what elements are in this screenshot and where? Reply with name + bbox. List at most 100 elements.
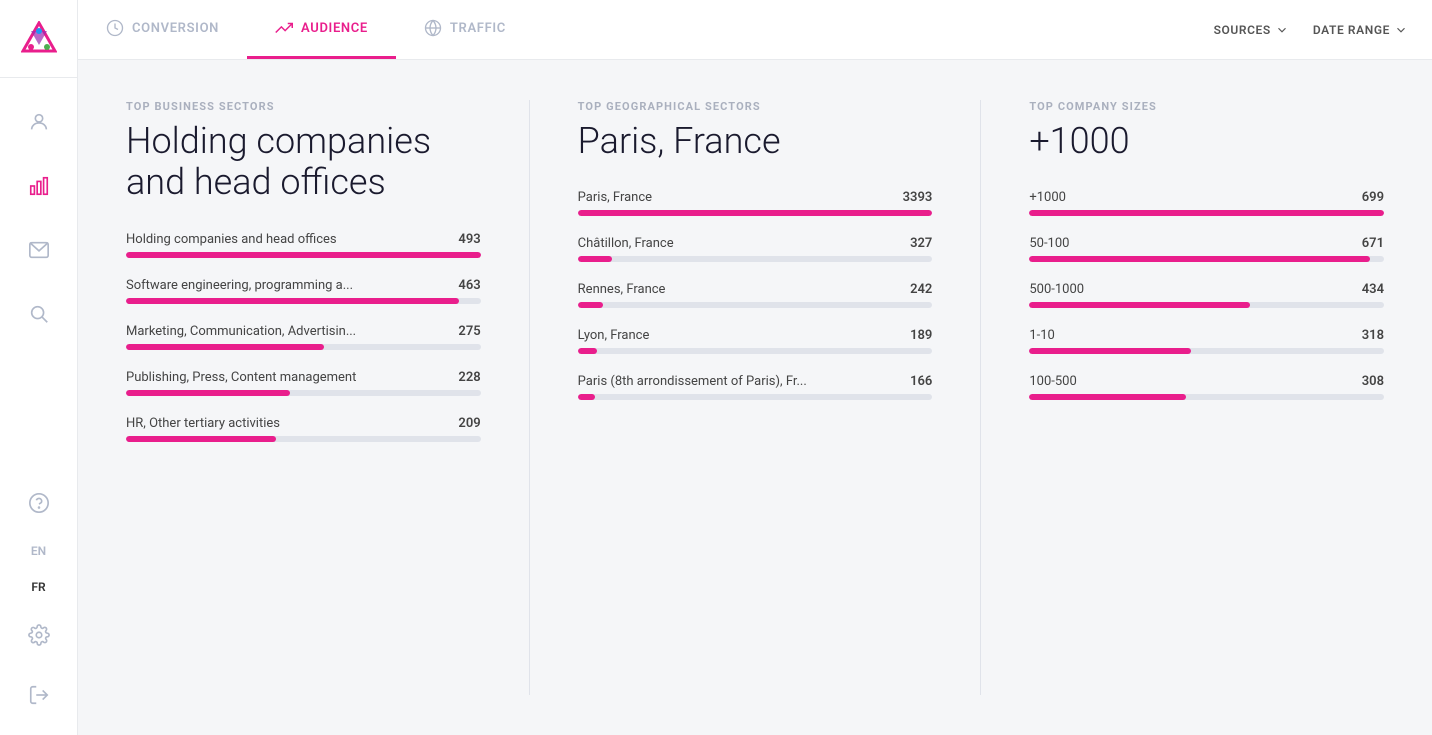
bar-fill — [578, 348, 598, 354]
bar-value: 318 — [1362, 328, 1384, 343]
company-bars: +1000 699 50-100 671 500-1000 434 — [1029, 190, 1384, 400]
content-area: TOP BUSINESS SECTORS Holding companies a… — [78, 60, 1432, 735]
bar-fill — [1029, 210, 1384, 216]
bar-row: 100-500 308 — [1029, 374, 1384, 400]
tab-conversion-label: CONVERSION — [132, 21, 219, 36]
bar-fill — [1029, 348, 1190, 354]
sidebar-nav — [0, 78, 78, 475]
bar-fill — [126, 436, 276, 442]
bar-label: Paris, France — [578, 190, 652, 205]
sources-button[interactable]: SOURCES — [1214, 23, 1289, 37]
geo-bars: Paris, France 3393 Châtillon, France 327… — [578, 190, 933, 400]
bar-label: HR, Other tertiary activities — [126, 416, 280, 431]
bar-value: 671 — [1362, 236, 1384, 251]
bar-value: 228 — [458, 370, 480, 385]
bar-fill — [126, 344, 324, 350]
bar-row: HR, Other tertiary activities 209 — [126, 416, 481, 442]
bar-fill — [578, 394, 595, 400]
tab-conversion[interactable]: CONVERSION — [78, 0, 247, 59]
nav-tabs: CONVERSION AUDIENCE TRAFFIC — [78, 0, 1214, 59]
sidebar-item-settings[interactable] — [0, 607, 78, 663]
bar-row: Rennes, France 242 — [578, 282, 933, 308]
bar-track — [578, 256, 933, 262]
lang-en[interactable]: EN — [0, 535, 78, 567]
company-section-label: TOP COMPANY SIZES — [1029, 100, 1384, 113]
bar-row: Lyon, France 189 — [578, 328, 933, 354]
geo-section: TOP GEOGRAPHICAL SECTORS Paris, France P… — [578, 100, 933, 695]
date-range-button[interactable]: DATE RANGE — [1313, 23, 1408, 37]
bar-label: Publishing, Press, Content management — [126, 370, 356, 385]
bar-label: 50-100 — [1029, 236, 1069, 251]
bar-row: +1000 699 — [1029, 190, 1384, 216]
bar-track — [1029, 210, 1384, 216]
nav-right-controls: SOURCES DATE RANGE — [1214, 0, 1408, 59]
bar-label: Paris (8th arrondissement of Paris), Fr.… — [578, 374, 807, 389]
bar-row: Paris, France 3393 — [578, 190, 933, 216]
bar-value: 242 — [910, 282, 932, 297]
bar-track — [1029, 256, 1384, 262]
bar-label: Lyon, France — [578, 328, 650, 343]
bar-label: 100-500 — [1029, 374, 1076, 389]
bar-track — [126, 298, 481, 304]
company-section: TOP COMPANY SIZES +1000 +1000 699 50-100… — [1029, 100, 1384, 695]
sidebar-item-search[interactable] — [0, 286, 78, 342]
bar-value: 434 — [1362, 282, 1384, 297]
bar-value: 327 — [910, 236, 932, 251]
bar-row: Marketing, Communication, Advertisin... … — [126, 324, 481, 350]
bar-label: 1-10 — [1029, 328, 1055, 343]
business-section-title: Holding companies and head offices — [126, 121, 481, 204]
geo-section-title: Paris, France — [578, 121, 933, 162]
bar-fill — [578, 302, 603, 308]
bar-label: 500-1000 — [1029, 282, 1084, 297]
tab-traffic[interactable]: TRAFFIC — [396, 0, 534, 59]
bar-fill — [578, 210, 933, 216]
bar-track — [1029, 394, 1384, 400]
bar-track — [1029, 348, 1384, 354]
bar-fill — [1029, 394, 1185, 400]
bar-row: Paris (8th arrondissement of Paris), Fr.… — [578, 374, 933, 400]
bar-value: 3393 — [903, 190, 933, 205]
sidebar: EN FR — [0, 0, 78, 735]
bar-fill — [578, 256, 612, 262]
main-content: CONVERSION AUDIENCE TRAFFIC SOURCES — [78, 0, 1432, 735]
tab-audience[interactable]: AUDIENCE — [247, 0, 396, 59]
sidebar-item-analytics[interactable] — [0, 158, 78, 214]
divider-2 — [980, 100, 981, 695]
bar-row: 1-10 318 — [1029, 328, 1384, 354]
bar-row: Châtillon, France 327 — [578, 236, 933, 262]
bar-fill — [126, 252, 481, 258]
bar-row: Publishing, Press, Content management 22… — [126, 370, 481, 396]
sidebar-item-logout[interactable] — [0, 667, 78, 723]
bar-row: 50-100 671 — [1029, 236, 1384, 262]
bar-value: 493 — [458, 232, 480, 247]
bar-track — [126, 252, 481, 258]
bar-value: 166 — [910, 374, 932, 389]
bar-label: Rennes, France — [578, 282, 666, 297]
app-logo — [0, 0, 78, 78]
divider-1 — [529, 100, 530, 695]
date-range-label: DATE RANGE — [1313, 23, 1390, 37]
lang-fr[interactable]: FR — [0, 571, 78, 603]
bar-fill — [126, 298, 459, 304]
bar-value: 189 — [910, 328, 932, 343]
sidebar-item-help[interactable] — [0, 475, 78, 531]
bar-fill — [126, 390, 290, 396]
bar-row: Software engineering, programming a... 4… — [126, 278, 481, 304]
tab-traffic-label: TRAFFIC — [450, 21, 506, 36]
business-section-label: TOP BUSINESS SECTORS — [126, 100, 481, 113]
bar-fill — [1029, 256, 1369, 262]
geo-section-label: TOP GEOGRAPHICAL SECTORS — [578, 100, 933, 113]
bar-value: 699 — [1362, 190, 1384, 205]
sidebar-bottom: EN FR — [0, 475, 78, 735]
bar-track — [126, 390, 481, 396]
sidebar-item-mail[interactable] — [0, 222, 78, 278]
bar-value: 308 — [1362, 374, 1384, 389]
bar-fill — [1029, 302, 1249, 308]
bar-track — [578, 394, 933, 400]
tab-audience-label: AUDIENCE — [301, 21, 368, 36]
business-bars: Holding companies and head offices 493 S… — [126, 232, 481, 442]
sidebar-item-contacts[interactable] — [0, 94, 78, 150]
bar-label: Châtillon, France — [578, 236, 674, 251]
bar-track — [578, 348, 933, 354]
bar-track — [126, 436, 481, 442]
